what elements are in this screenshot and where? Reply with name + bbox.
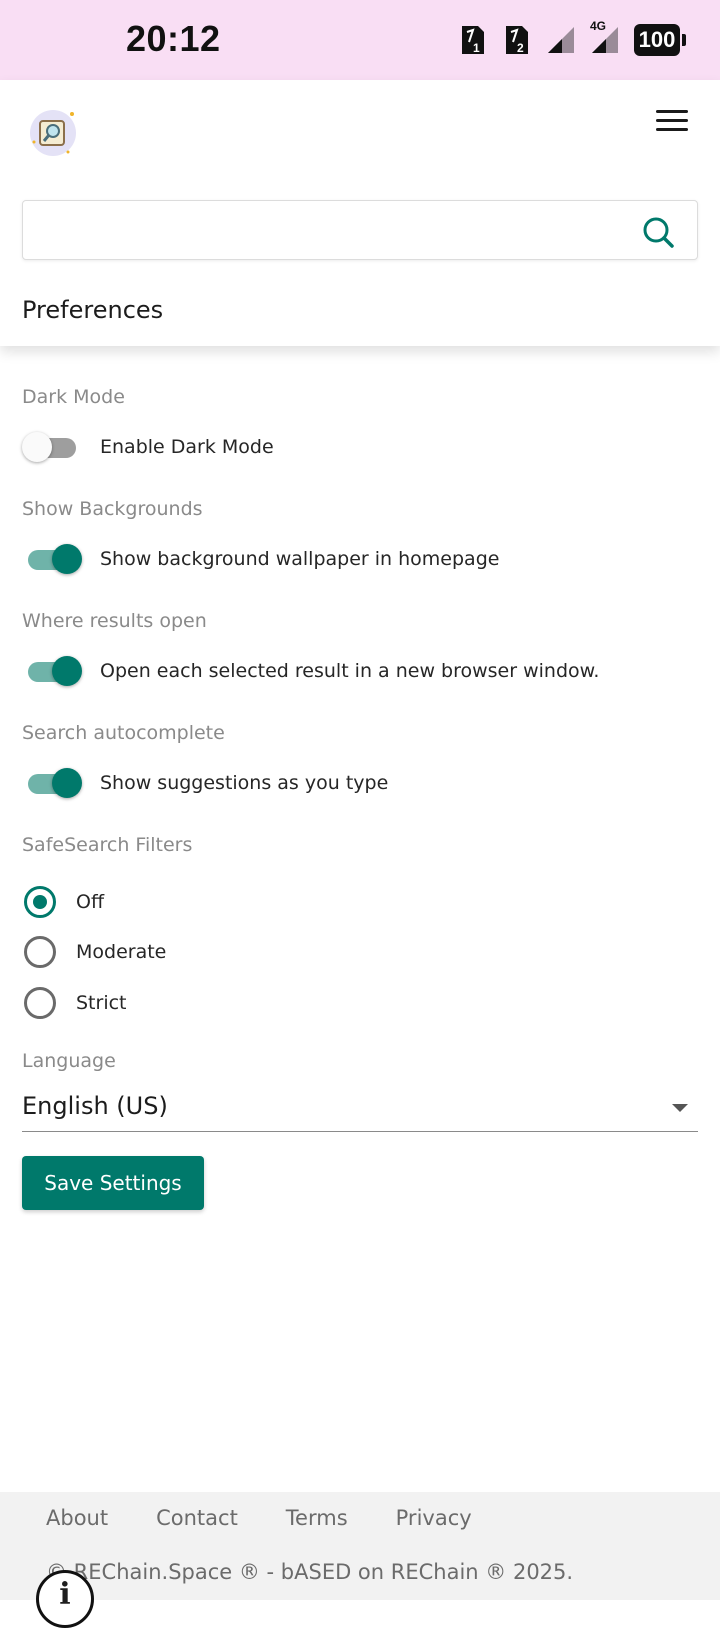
backgrounds-heading: Show Backgrounds [22, 498, 203, 520]
results-open-heading: Where results open [22, 610, 207, 632]
status-icons: 1 2 4G 100 [458, 19, 686, 56]
dark-mode-row: Enable Dark Mode [22, 432, 274, 462]
chevron-down-icon [672, 1104, 688, 1112]
copyright-text: © REChain.Space ® - bASED on REChain ® 2… [46, 1560, 574, 1584]
safesearch-off-radio[interactable] [24, 886, 56, 918]
sim1-icon: 1 [458, 24, 488, 56]
footer-links: About Contact Terms Privacy [46, 1506, 472, 1530]
language-select[interactable]: English (US) [22, 1086, 698, 1132]
safesearch-strict-radio[interactable] [24, 987, 56, 1019]
safesearch-option-strict[interactable]: Strict [24, 987, 127, 1019]
footer: About Contact Terms Privacy © REChain.Sp… [0, 1492, 720, 1600]
battery-icon: 100 [634, 24, 686, 56]
language-selected-value: English (US) [22, 1092, 168, 1120]
signal-4g-icon: 4G [590, 19, 620, 55]
results-open-toggle[interactable] [22, 656, 84, 686]
search-box [22, 200, 698, 260]
status-bar: 20:12 1 2 4G 100 [0, 0, 720, 80]
results-open-toggle-label: Open each selected result in a new brows… [100, 660, 600, 682]
safesearch-moderate-label: Moderate [76, 941, 167, 963]
sim2-icon: 2 [502, 24, 532, 56]
footer-link-contact[interactable]: Contact [156, 1506, 238, 1530]
search-input[interactable] [35, 209, 615, 251]
signal-icon [546, 25, 576, 55]
dark-mode-toggle[interactable] [22, 432, 84, 462]
sim2-label: 2 [517, 41, 524, 55]
backgrounds-toggle[interactable] [22, 544, 84, 574]
info-icon[interactable]: i [36, 1570, 94, 1628]
safesearch-option-moderate[interactable]: Moderate [24, 936, 166, 968]
dark-mode-toggle-label: Enable Dark Mode [100, 436, 274, 458]
language-heading: Language [22, 1050, 116, 1072]
footer-link-terms[interactable]: Terms [286, 1506, 348, 1530]
save-settings-button[interactable]: Save Settings [22, 1156, 204, 1210]
autocomplete-toggle-label: Show suggestions as you type [100, 772, 389, 794]
footer-link-about[interactable]: About [46, 1506, 108, 1530]
page-title: Preferences [22, 296, 164, 324]
battery-level: 100 [638, 27, 676, 52]
autocomplete-row: Show suggestions as you type [22, 768, 388, 798]
search-icon[interactable] [641, 215, 675, 249]
logo-icon[interactable] [28, 108, 78, 158]
app-header: Preferences [0, 80, 720, 346]
network-type-label: 4G [590, 19, 607, 33]
hamburger-menu-icon[interactable] [656, 110, 688, 136]
safesearch-off-label: Off [76, 891, 105, 913]
safesearch-heading: SafeSearch Filters [22, 834, 193, 856]
autocomplete-heading: Search autocomplete [22, 722, 225, 744]
backgrounds-toggle-label: Show background wallpaper in homepage [100, 548, 500, 570]
sim1-label: 1 [473, 41, 480, 55]
safesearch-option-off[interactable]: Off [24, 886, 104, 918]
results-open-row: Open each selected result in a new brows… [22, 656, 599, 686]
backgrounds-row: Show background wallpaper in homepage [22, 544, 499, 574]
dark-mode-heading: Dark Mode [22, 386, 125, 408]
footer-link-privacy[interactable]: Privacy [396, 1506, 472, 1530]
safesearch-moderate-radio[interactable] [24, 936, 56, 968]
safesearch-strict-label: Strict [76, 992, 127, 1014]
autocomplete-toggle[interactable] [22, 768, 84, 798]
status-time: 20:12 [126, 18, 221, 59]
